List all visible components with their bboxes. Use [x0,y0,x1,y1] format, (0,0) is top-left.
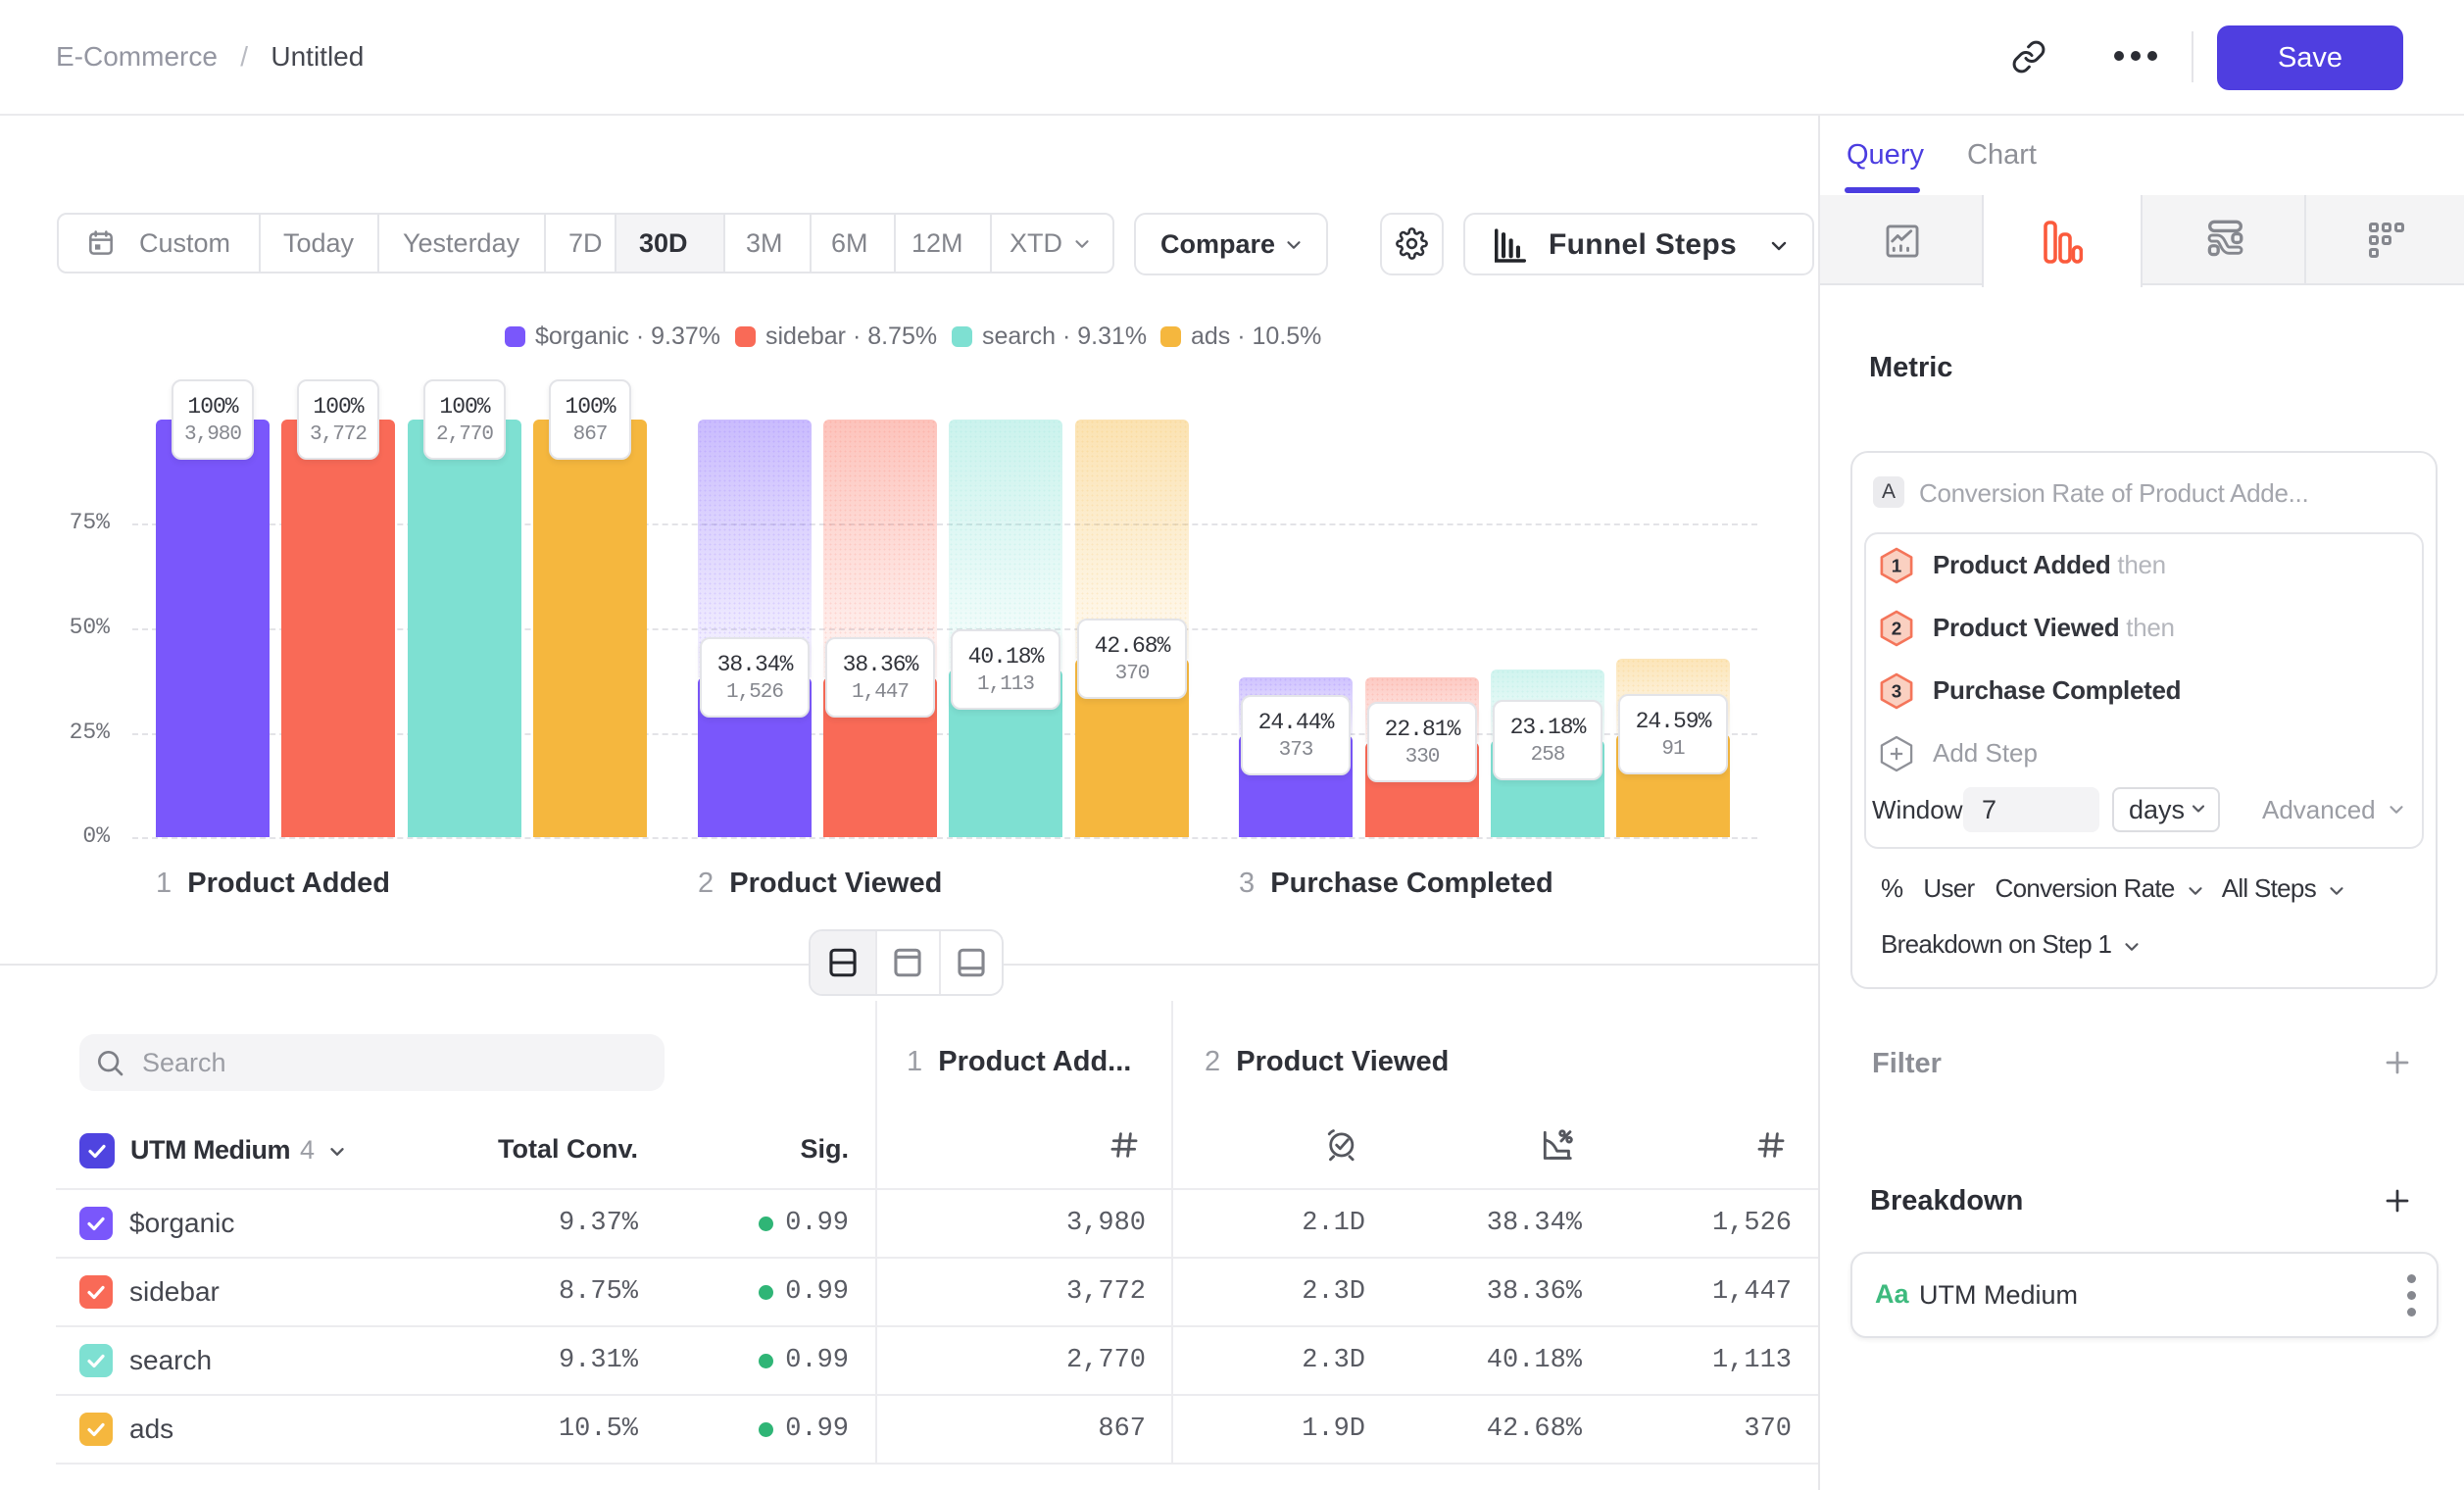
svg-text:2: 2 [1892,620,1902,640]
svg-text:1: 1 [1892,557,1902,577]
svg-text:3: 3 [1892,682,1902,703]
